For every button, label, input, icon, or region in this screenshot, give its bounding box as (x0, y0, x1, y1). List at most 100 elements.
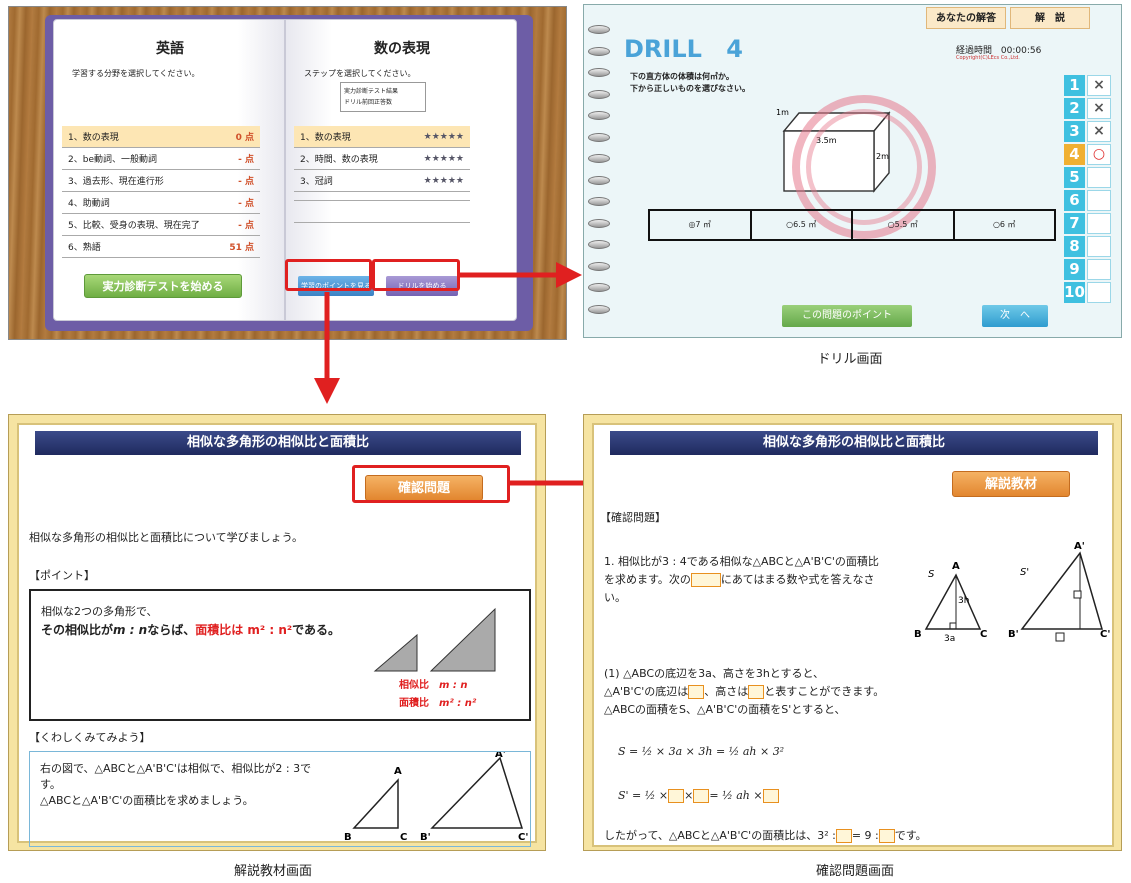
tab-your-answer[interactable]: あなたの解答 (926, 7, 1006, 29)
blank-concl-2[interactable] (878, 829, 895, 843)
question-number[interactable]: 4 (1064, 144, 1085, 165)
point-line-2c: ならば、 (147, 623, 196, 637)
unit-item[interactable]: 5、比較、受身の表現、現在完了 - 点 (62, 214, 260, 236)
unit-item[interactable]: 1、数の表現 0 点 (62, 126, 260, 148)
answer-mark (1087, 282, 1111, 303)
arrow-to-explain (314, 292, 340, 404)
arrow-to-drill (460, 262, 582, 288)
question-number[interactable]: 3 (1064, 121, 1085, 142)
unit-item[interactable]: 3、過去形、現在進行形 - 点 (62, 170, 260, 192)
blank-concl-1[interactable] (835, 829, 852, 843)
blank-box[interactable] (690, 573, 721, 587)
choice-list: ◎7 ㎥ ○6.5 ㎥ ○5.5 ㎥ ○6 ㎥ (648, 209, 1056, 241)
vertex-A2: A' (495, 752, 506, 760)
question-number[interactable]: 2 (1064, 98, 1085, 119)
question-number-column: 1 × 2 × 3 × 4 ○ 5 6 7 8 9 10 (1064, 75, 1114, 305)
step-name: 3、冠詞 (300, 177, 333, 187)
step-name: 1、数の表現 (300, 133, 351, 143)
fig-B2: B' (1008, 629, 1019, 640)
answer-mark (1087, 213, 1111, 234)
check-heading: 【確認問題】 (600, 511, 666, 524)
step-item[interactable]: 2、時間、数の表現 ★★★★★ (294, 148, 470, 170)
step-blank-line-1 (294, 200, 470, 201)
tab-explanation[interactable]: 解 説 (1010, 7, 1090, 29)
step-blank-line-2 (294, 222, 470, 223)
question-number[interactable]: 7 (1064, 213, 1085, 234)
blank-eq-3[interactable] (762, 789, 779, 803)
step1-line-2: △A'B'C'の底辺は 、高さは と表すことができます。 (604, 683, 884, 701)
question-number[interactable]: 1 (1064, 75, 1085, 96)
fig-3h: 3h (958, 596, 969, 606)
legend-star: ドリル前回正答数 (344, 99, 393, 106)
fig-A: A (952, 561, 960, 572)
fig-S2: S' (1020, 567, 1029, 578)
highlight-point-button (285, 259, 372, 291)
spiral-ring (588, 25, 610, 34)
answer-mark (1087, 236, 1111, 257)
check-inner: 相似な多角形の相似比と面積比 解説教材 【確認問題】 1. 相似比が3 : 4で… (592, 423, 1114, 847)
next-button[interactable]: 次 へ (982, 305, 1048, 327)
blank-height[interactable] (748, 685, 765, 699)
spiral-ring (588, 240, 610, 249)
choice-option[interactable]: ○6 ㎥ (955, 211, 1055, 239)
spiral-ring (588, 197, 610, 206)
check-triangles-figure: S A 3h B 3a C S' A' B' C' (914, 541, 1110, 644)
left-page-title: 英語 (156, 41, 184, 57)
question-number[interactable]: 9 (1064, 259, 1085, 280)
point-line-2a: その相似比が (41, 623, 114, 637)
step1-line-2a: △A'B'C'の底辺は (604, 685, 689, 698)
correct-circle-inner (806, 109, 922, 225)
explanation-material-button[interactable]: 解説教材 (952, 471, 1070, 497)
question-number[interactable]: 10 (1064, 282, 1085, 303)
question-text-1: 1. 相似比が3 : 4である相似な△ABCと△A'B'C'の面積比 (604, 555, 879, 568)
fig-C2: C' (1100, 629, 1110, 640)
blank-eq-2[interactable] (693, 789, 710, 803)
question-line-1: 下の直方体の体積は何㎥か。 (630, 72, 734, 81)
point-box: 相似な2つの多角形で、 その相似比がm : nならば、面積比は m² : n²で… (29, 589, 531, 721)
drill-spiral (588, 25, 612, 335)
answer-mark (1087, 190, 1111, 211)
right-page-instruction: ステップを選択してください。 (304, 69, 416, 78)
dim-depth-label: 1m (776, 108, 789, 117)
unit-score: - 点 (238, 221, 254, 231)
spiral-ring (588, 111, 610, 120)
question-number[interactable]: 8 (1064, 236, 1085, 257)
question-line-2: 下から正しいものを選びなさい。 (630, 84, 750, 93)
unit-name: 6、熟語 (68, 243, 101, 253)
ratio-value-similarity: m : n (439, 680, 468, 691)
blank-base[interactable] (688, 685, 705, 699)
blank-eq-1[interactable] (668, 789, 685, 803)
spiral-ring (588, 283, 610, 292)
answer-mark: × (1087, 75, 1111, 96)
step-item[interactable]: 3、冠詞 ★★★★★ (294, 170, 470, 192)
triangles-abc-figure: A B C A' B' C' (344, 752, 528, 843)
question-number[interactable]: 6 (1064, 190, 1085, 211)
choice-option[interactable]: ○5.5 ㎥ (853, 211, 955, 239)
check-caption: 確認問題画面 (815, 864, 894, 879)
unit-name: 2、be動詞、一般動詞 (68, 155, 157, 165)
detail-box: 右の図で、△ABCと△A'B'C'は相似で、相似比が2 : 3で す。 △ABC… (29, 751, 531, 847)
conclusion-c: です。 (894, 829, 927, 842)
start-test-button[interactable]: 実力診断テストを始める (84, 274, 242, 298)
unit-item[interactable]: 4、助動詞 - 点 (62, 192, 260, 214)
question-text-3: い。 (604, 591, 626, 604)
question-number[interactable]: 5 (1064, 167, 1085, 188)
spiral-ring (588, 218, 610, 228)
unit-item[interactable]: 2、be動詞、一般動詞 - 点 (62, 148, 260, 170)
fig-A2: A' (1074, 541, 1085, 552)
unit-item[interactable]: 6、熟語 51 点 (62, 236, 260, 258)
ratio-row-1: 相似比 m : n (399, 677, 468, 695)
problem-point-button[interactable]: この問題のポイント (782, 305, 912, 327)
choice-option[interactable]: ○6.5 ㎥ (752, 211, 853, 239)
equation-2a: S' = ½ × (618, 789, 669, 802)
left-page-instruction: 学習する分野を選択してください。 (72, 69, 200, 78)
point-line-2e: である。 (292, 623, 341, 637)
explanation-banner: 相似な多角形の相似比と面積比 (35, 431, 521, 455)
step-item[interactable]: 1、数の表現 ★★★★★ (294, 126, 470, 148)
step-name: 2、時間、数の表現 (300, 155, 378, 165)
step1-line-3: △ABCの面積をS、△A'B'C'の面積をS'とすると、 (604, 703, 846, 716)
choice-option[interactable]: ◎7 ㎥ (650, 211, 752, 239)
drill-screen: あなたの解答 解 説 DRILL 4 経過時間 00:00:56 Copyrig… (583, 4, 1122, 338)
step1-line-2c: と表すことができます。 (764, 685, 885, 698)
spiral-ring (588, 68, 610, 77)
